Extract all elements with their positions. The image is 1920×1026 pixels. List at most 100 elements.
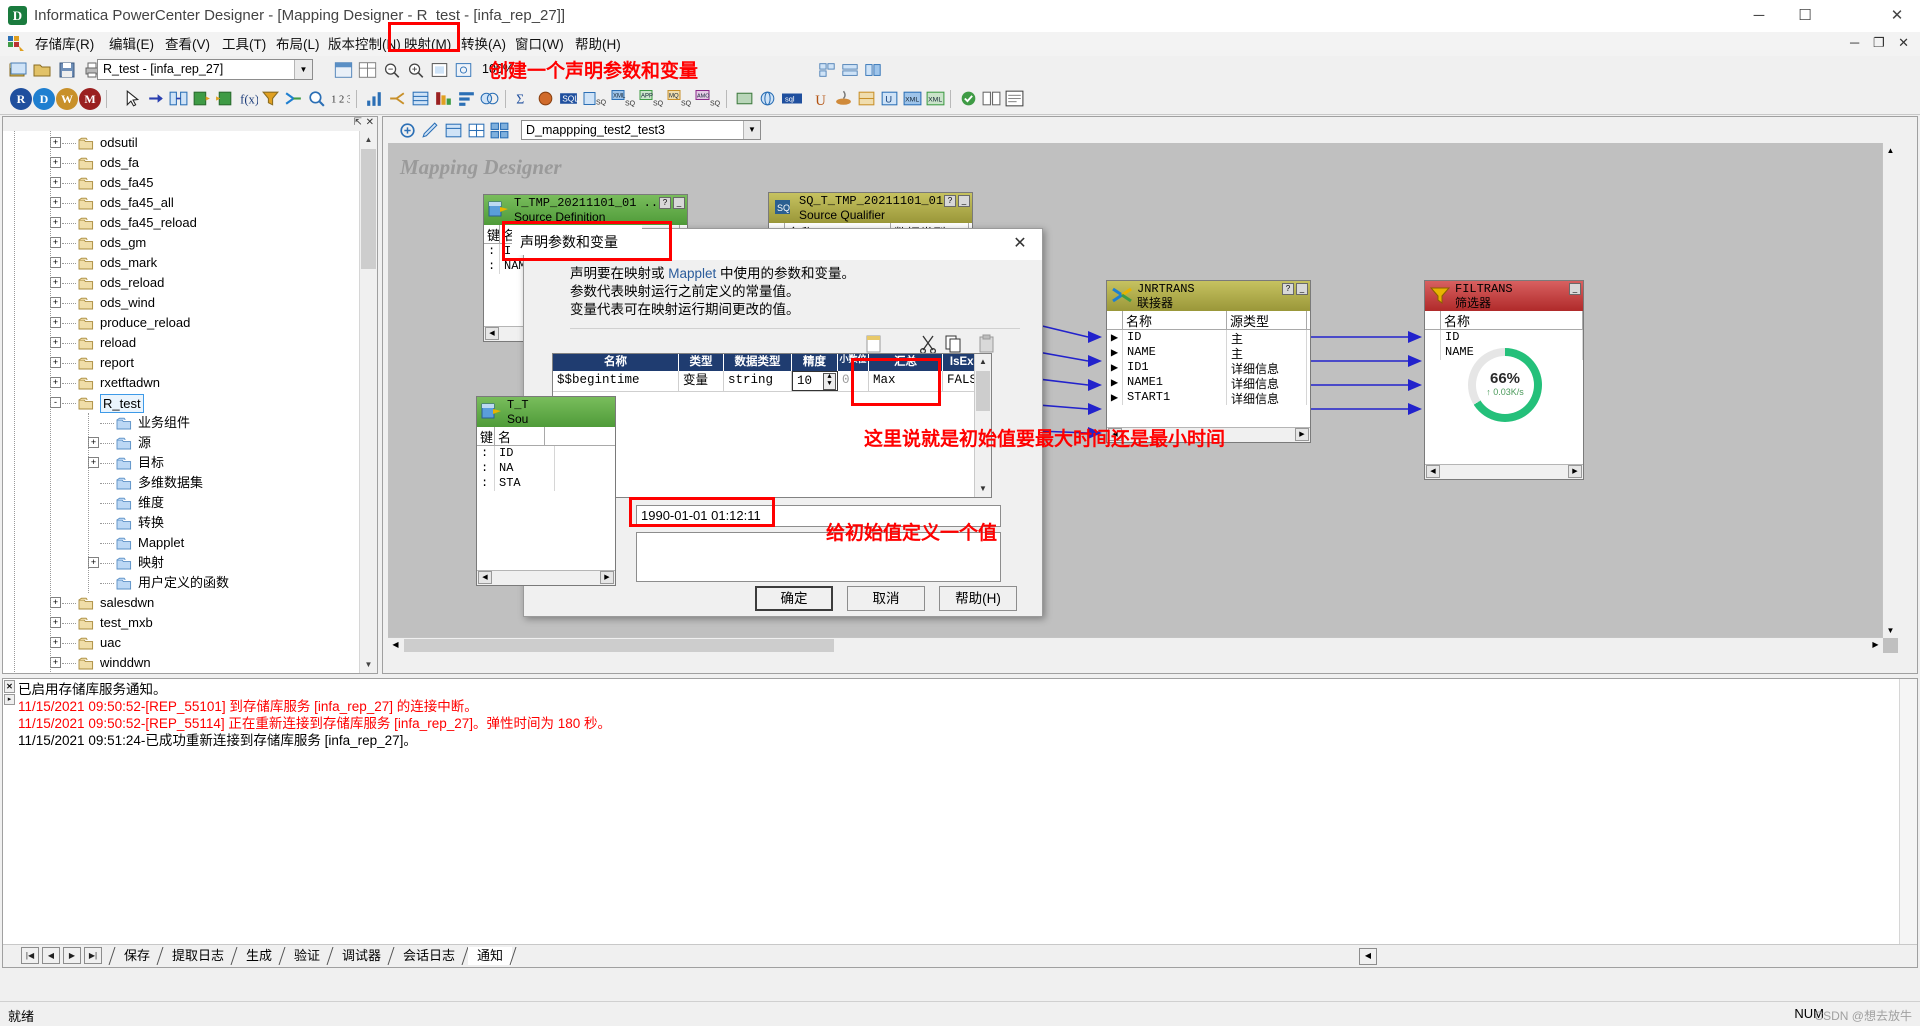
- sorter-icon[interactable]: [456, 88, 477, 109]
- tree-scrollbar[interactable]: ▲ ▼: [359, 131, 377, 673]
- log-vscrollbar[interactable]: [1899, 679, 1917, 967]
- log-tab-通知[interactable]: 通知: [468, 947, 513, 965]
- chevron-down-icon[interactable]: ▼: [294, 60, 312, 79]
- arrange-links-icon[interactable]: [863, 59, 883, 81]
- scroll-up-icon[interactable]: ▲: [975, 354, 991, 370]
- lookup-icon[interactable]: [306, 88, 327, 109]
- unstructured-data-icon[interactable]: U: [810, 88, 831, 109]
- zoom-out-icon[interactable]: [380, 59, 403, 81]
- tree-item-6[interactable]: + ods_mark: [4, 253, 360, 273]
- cell-name[interactable]: $$begintime: [553, 371, 679, 391]
- table-row[interactable]: : STA: [477, 476, 615, 491]
- tree-item-17[interactable]: 多维数据集: [4, 473, 360, 493]
- tree-item-21[interactable]: + 映射: [4, 553, 360, 573]
- table-row[interactable]: ▶ START1 详细信息: [1107, 390, 1310, 405]
- maximize-icon[interactable]: ☐: [1782, 0, 1828, 31]
- target-icon[interactable]: [214, 88, 235, 109]
- cell-type[interactable]: 变量: [679, 371, 724, 391]
- transformation-hscroll[interactable]: ◀ ▶: [477, 570, 615, 585]
- sequence-icon[interactable]: 1 2 3: [329, 88, 350, 109]
- ok-button[interactable]: 确定: [755, 586, 833, 611]
- menu-window[interactable]: 窗口(W): [510, 35, 569, 54]
- cell-datatype[interactable]: string: [724, 371, 792, 391]
- scroll-down-icon[interactable]: ▼: [975, 481, 991, 497]
- scroll-left-icon[interactable]: ◀: [485, 327, 499, 340]
- help-button-icon[interactable]: ?: [944, 195, 956, 207]
- table-row[interactable]: : NA: [477, 461, 615, 476]
- tree-item-18[interactable]: 维度: [4, 493, 360, 513]
- table-row[interactable]: ▶ NAME 主: [1107, 345, 1310, 360]
- update-strategy-icon[interactable]: U: [879, 88, 900, 109]
- java-transform-icon[interactable]: [833, 88, 854, 109]
- cut-icon[interactable]: [916, 333, 940, 355]
- log-close-icon[interactable]: ✕: [4, 680, 15, 693]
- log-tab-保存[interactable]: 保存: [115, 947, 159, 965]
- nav-last-icon[interactable]: ▶|: [84, 947, 102, 964]
- menu-repository[interactable]: 存储库(R): [30, 35, 99, 54]
- tree-item-13[interactable]: - R_test: [4, 393, 360, 413]
- menu-view[interactable]: 查看(V): [160, 35, 215, 54]
- help-button-icon[interactable]: ?: [659, 197, 671, 209]
- mapping-selector-combo[interactable]: D_mappping_test2_test3 ▼: [521, 120, 761, 140]
- copy-icon[interactable]: [942, 333, 966, 355]
- filter-transform-icon[interactable]: [260, 88, 281, 109]
- scroll-right-icon[interactable]: ▶: [1295, 428, 1309, 441]
- arrange-all-icon[interactable]: [817, 59, 837, 81]
- joiner-rows[interactable]: ▶ ID 主 ▶ NAME 主 ▶ ID1 详细信息 ▶ NAME1 详细信息 ▶ START1 详细信息: [1107, 330, 1310, 405]
- menu-help[interactable]: 帮助(H): [570, 35, 626, 54]
- rank-icon[interactable]: [364, 88, 385, 109]
- zoom-fit-icon[interactable]: [428, 59, 451, 81]
- tree-item-15[interactable]: + 源: [4, 433, 360, 453]
- minimize-button-icon[interactable]: _: [1296, 283, 1308, 295]
- grid-scroll-thumb[interactable]: [976, 371, 990, 411]
- cell-precision[interactable]: 10 ▲ ▼: [792, 371, 838, 391]
- log-tab-会话日志[interactable]: 会话日志: [394, 947, 464, 965]
- pin-icon[interactable]: ⇱: [354, 117, 362, 128]
- tree-item-0[interactable]: + odsutil: [4, 133, 360, 153]
- tree-item-20[interactable]: Mapplet: [4, 533, 360, 553]
- paste-icon[interactable]: [975, 333, 999, 355]
- spinner-buttons-icon[interactable]: ▲ ▼: [823, 373, 836, 390]
- log-tab-提取日志[interactable]: 提取日志: [163, 947, 233, 965]
- transformation-joiner[interactable]: JNRTRANS 联接器 ? _ 名称 源类型 ▶ ID 主 ▶ NAME 主 ▶ ID1 详细…: [1106, 280, 1311, 443]
- mapping-edit-icon[interactable]: [420, 120, 441, 141]
- expression-icon[interactable]: f(x): [237, 88, 258, 109]
- scroll-up-icon[interactable]: ▲: [1883, 143, 1898, 158]
- scroll-left-icon[interactable]: ◀: [388, 638, 403, 653]
- tree-item-24[interactable]: + test_mxb: [4, 613, 360, 633]
- aggregator-icon[interactable]: [433, 88, 454, 109]
- transaction-control-icon[interactable]: [856, 88, 877, 109]
- canvas-vscrollbar[interactable]: ▲ ▼: [1882, 143, 1898, 638]
- tree-item-22[interactable]: 用户定义的函数: [4, 573, 360, 593]
- menu-tools[interactable]: 工具(T): [217, 35, 271, 54]
- normalizer-icon[interactable]: [410, 88, 431, 109]
- source-icon[interactable]: [191, 88, 212, 109]
- data-masking-icon[interactable]: [734, 88, 755, 109]
- minimize-button-icon[interactable]: _: [958, 195, 970, 207]
- scroll-right-icon[interactable]: ▶: [1568, 465, 1582, 478]
- repository-manager-icon[interactable]: R: [10, 88, 32, 110]
- mapping-list-icon[interactable]: [443, 120, 464, 141]
- scroll-down-icon[interactable]: ▼: [1883, 623, 1898, 638]
- new-row-icon[interactable]: [862, 333, 886, 355]
- transformation-filter[interactable]: FILTRANS 筛选器 _ 名称 ID NAME 66% ↑ 0.03K/s …: [1424, 280, 1584, 480]
- workflow-manager-icon[interactable]: W: [56, 88, 78, 110]
- joiner-transform-icon[interactable]: [283, 88, 304, 109]
- mdi-window-buttons[interactable]: ─ ❐ ✕: [1850, 35, 1914, 51]
- tree-item-3[interactable]: + ods_fa45_all: [4, 193, 360, 213]
- help-button-icon[interactable]: ?: [1282, 283, 1294, 295]
- tree-item-25[interactable]: + uac: [4, 633, 360, 653]
- union-icon[interactable]: [479, 88, 500, 109]
- amo-source-qualifier-icon[interactable]: AMOSQ: [695, 88, 721, 109]
- menu-edit[interactable]: 编辑(E): [104, 35, 159, 54]
- tree-item-12[interactable]: + rxetftadwn: [4, 373, 360, 393]
- http-transform-icon[interactable]: [757, 88, 778, 109]
- scroll-right-icon[interactable]: ▶: [600, 571, 614, 584]
- compare-icon[interactable]: [981, 88, 1002, 109]
- cancel-button[interactable]: 取消: [847, 586, 925, 611]
- chevron-down-icon[interactable]: ▼: [743, 121, 760, 139]
- close-icon[interactable]: ✕: [1874, 0, 1920, 31]
- log-expand-icon[interactable]: ▸: [4, 694, 15, 705]
- scroll-down-icon[interactable]: ▼: [360, 656, 377, 673]
- nav-prev-icon[interactable]: ◀: [42, 947, 60, 964]
